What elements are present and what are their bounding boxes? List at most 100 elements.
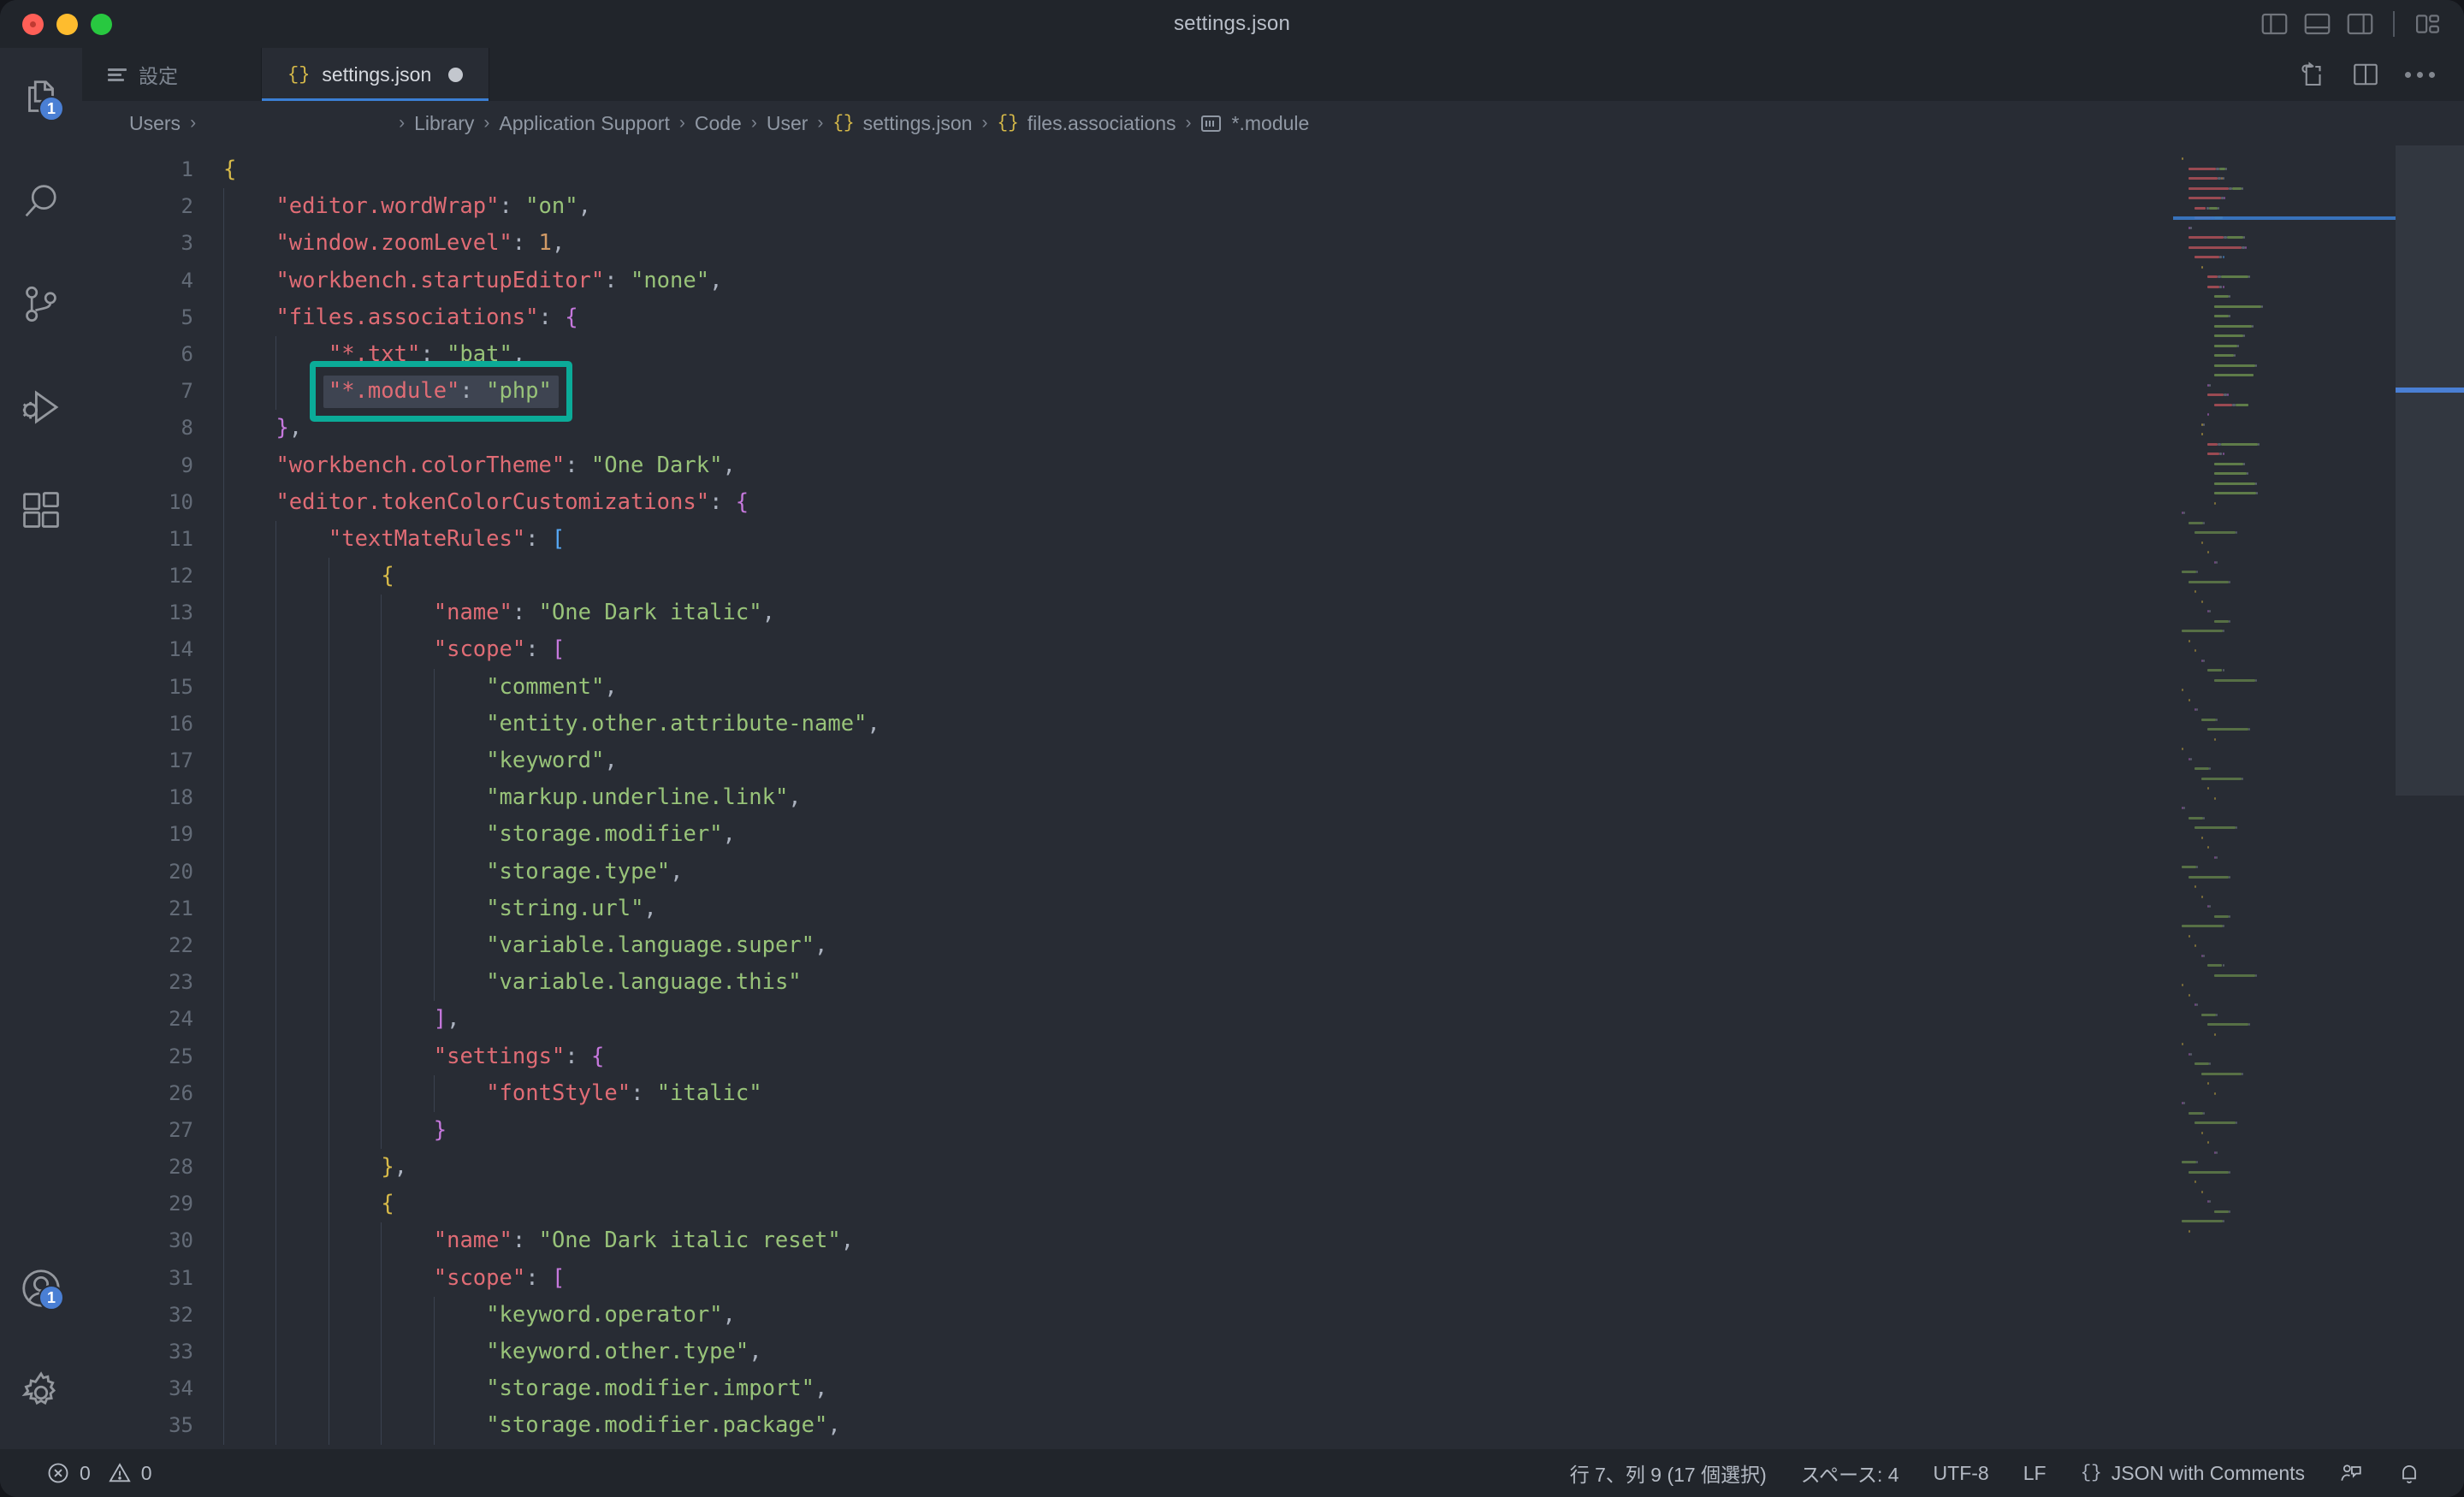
code-line[interactable]: 7 "*.module": "php" xyxy=(82,373,2464,411)
minimap-token xyxy=(2207,453,2219,455)
notifications-status[interactable] xyxy=(2380,1449,2438,1497)
code-line[interactable]: 35 "storage.modifier.package", xyxy=(82,1407,2464,1445)
scrollbar-thumb[interactable] xyxy=(2396,145,2464,796)
minimap-token xyxy=(2254,678,2257,682)
code-line[interactable]: 4 "workbench.startupEditor": "none", xyxy=(82,262,2464,299)
tab-settings-json[interactable]: {} settings.json xyxy=(262,48,490,101)
code-line[interactable]: 8}, xyxy=(82,410,2464,447)
tab-settings-ui[interactable]: 設定 xyxy=(82,48,262,101)
code-line[interactable]: 19 "storage.modifier", xyxy=(82,816,2464,854)
code-line[interactable]: 20 "storage.type", xyxy=(82,853,2464,891)
breadcrumb-item-code[interactable]: Code xyxy=(695,112,742,135)
minimap-token xyxy=(2218,285,2223,288)
code-line[interactable]: 22 "variable.language.super", xyxy=(82,926,2464,965)
breadcrumb-item-library[interactable]: Library xyxy=(414,112,474,135)
sidebar-item-manage[interactable] xyxy=(0,1360,82,1425)
breadcrumb-item-module[interactable]: *.module xyxy=(1200,112,1309,135)
code-editor[interactable]: 1{2 "editor.wordWrap": "on", 3 "window.zoom… xyxy=(82,145,2464,1449)
cursor-position-status[interactable]: 行 7、列 9 (17 個選択) xyxy=(1553,1449,1784,1497)
breadcrumb-item-files-associations[interactable]: {} files.associations xyxy=(997,112,1176,135)
code-line[interactable]: 9 "workbench.colorTheme": "One Dark", xyxy=(82,447,2464,484)
code-text: "editor.tokenColorCustomizations": { xyxy=(275,488,749,515)
sidebar-item-search[interactable] xyxy=(0,169,82,234)
toggle-primary-sidebar-icon[interactable] xyxy=(2260,12,2289,36)
code-line[interactable]: 25 "settings": { xyxy=(82,1038,2464,1075)
code-line[interactable]: 28}, xyxy=(82,1149,2464,1186)
close-button[interactable] xyxy=(22,13,44,35)
toggle-secondary-sidebar-icon[interactable] xyxy=(2346,12,2374,36)
tab-dirty-indicator[interactable] xyxy=(448,67,464,82)
code-line[interactable]: 29 { xyxy=(82,1186,2464,1223)
maximize-button[interactable] xyxy=(91,13,112,35)
minimap-token xyxy=(2209,383,2212,387)
divider xyxy=(2393,11,2395,37)
encoding-status[interactable]: UTF-8 xyxy=(1916,1449,2006,1497)
breadcrumb-separator: › xyxy=(1185,113,1192,133)
code-line[interactable]: 11 "textMateRules": [ xyxy=(82,520,2464,559)
customize-layout-icon[interactable] xyxy=(2414,12,2442,36)
minimap-token xyxy=(2214,492,2257,494)
minimap-token xyxy=(2188,993,2190,997)
minimize-button[interactable] xyxy=(56,13,78,35)
code-line[interactable]: 12 { xyxy=(82,558,2464,595)
code-line[interactable]: 23 "variable.language.this" xyxy=(82,964,2464,1002)
breadcrumb-item-application-support[interactable]: Application Support xyxy=(499,112,669,135)
breadcrumb-item-settings-json[interactable]: {} settings.json xyxy=(832,112,972,135)
open-changes-icon[interactable] xyxy=(2295,59,2326,90)
code-line[interactable]: 18 "markup.underline.link", xyxy=(82,779,2464,817)
code-line[interactable]: 13 "name": "One Dark italic", xyxy=(82,595,2464,632)
minimap-token xyxy=(2222,1220,2224,1222)
code-line[interactable]: 32 "keyword.operator", xyxy=(82,1296,2464,1334)
code-line[interactable]: 30 "name": "One Dark italic reset", xyxy=(82,1222,2464,1260)
code-line[interactable]: 17 "keyword", xyxy=(82,743,2464,780)
minimap-token xyxy=(2188,698,2190,701)
minimap-token xyxy=(2214,374,2254,376)
code-line[interactable]: 14 "scope": [ xyxy=(82,631,2464,669)
code-line[interactable]: 21 "string.url", xyxy=(82,890,2464,927)
sidebar-item-source-control[interactable] xyxy=(0,272,82,337)
code-line[interactable]: 26 "fontStyle": "italic" xyxy=(82,1074,2464,1112)
code-line[interactable]: 34 "storage.modifier.import", xyxy=(82,1370,2464,1408)
breadcrumb-item-user[interactable]: User xyxy=(767,112,808,135)
sidebar-item-run-and-debug[interactable] xyxy=(0,375,82,440)
code-text: "textMateRules": [ xyxy=(328,525,566,552)
language-mode-status[interactable]: {} JSON with Comments xyxy=(2064,1449,2322,1497)
code-line[interactable]: 16 "entity.other.attribute-name", xyxy=(82,705,2464,743)
indentation-status[interactable]: スペース: 4 xyxy=(1784,1449,1916,1497)
more-actions-icon[interactable] xyxy=(2405,71,2435,78)
toggle-panel-icon[interactable] xyxy=(2303,12,2331,36)
minimap-token xyxy=(2207,669,2223,672)
code-line[interactable]: 15 "comment", xyxy=(82,668,2464,706)
code-lines[interactable]: 1{2 "editor.wordWrap": "on", 3 "window.zoom… xyxy=(82,145,2464,1449)
code-line[interactable]: 3 "window.zoomLevel": 1, xyxy=(82,225,2464,263)
code-line[interactable]: 24], xyxy=(82,1001,2464,1038)
sidebar-item-extensions[interactable] xyxy=(0,477,82,542)
code-text: }, xyxy=(275,415,303,441)
code-line[interactable]: 2 "editor.wordWrap": "on", xyxy=(82,188,2464,226)
line-number: 22 xyxy=(169,932,193,957)
code-line[interactable]: 27} xyxy=(82,1111,2464,1150)
minimap[interactable] xyxy=(2173,145,2396,1449)
code-line[interactable]: 5 "files.associations": { xyxy=(82,299,2464,336)
minimap-token xyxy=(2182,866,2197,868)
minimap-token xyxy=(2207,393,2224,396)
line-number: 23 xyxy=(169,970,193,995)
code-line[interactable]: 33 "keyword.other.type", xyxy=(82,1334,2464,1371)
minimap-token xyxy=(2209,206,2218,210)
feedback-status[interactable] xyxy=(2322,1449,2380,1497)
sidebar-item-explorer[interactable]: 1 xyxy=(0,67,82,132)
sidebar-item-accounts[interactable]: 1 xyxy=(0,1256,82,1321)
code-line[interactable]: 6 "*.txt": "bat", xyxy=(82,335,2464,374)
editor-scrollbar[interactable] xyxy=(2396,145,2464,1449)
activity-bar: 1 1 xyxy=(0,48,82,1449)
problems-status[interactable]: 0 0 xyxy=(29,1449,169,1497)
code-line[interactable]: 31 "scope": [ xyxy=(82,1259,2464,1297)
breadcrumb-item-users[interactable]: Users xyxy=(129,112,181,135)
minimap-token xyxy=(2194,649,2197,652)
minimap-token xyxy=(2188,197,2221,199)
eol-status[interactable]: LF xyxy=(2006,1449,2064,1497)
code-line[interactable]: 1{ xyxy=(82,151,2464,188)
split-editor-icon[interactable] xyxy=(2350,59,2381,90)
code-line[interactable]: 10 "editor.tokenColorCustomizations": { xyxy=(82,483,2464,521)
minimap-token xyxy=(2194,826,2236,829)
